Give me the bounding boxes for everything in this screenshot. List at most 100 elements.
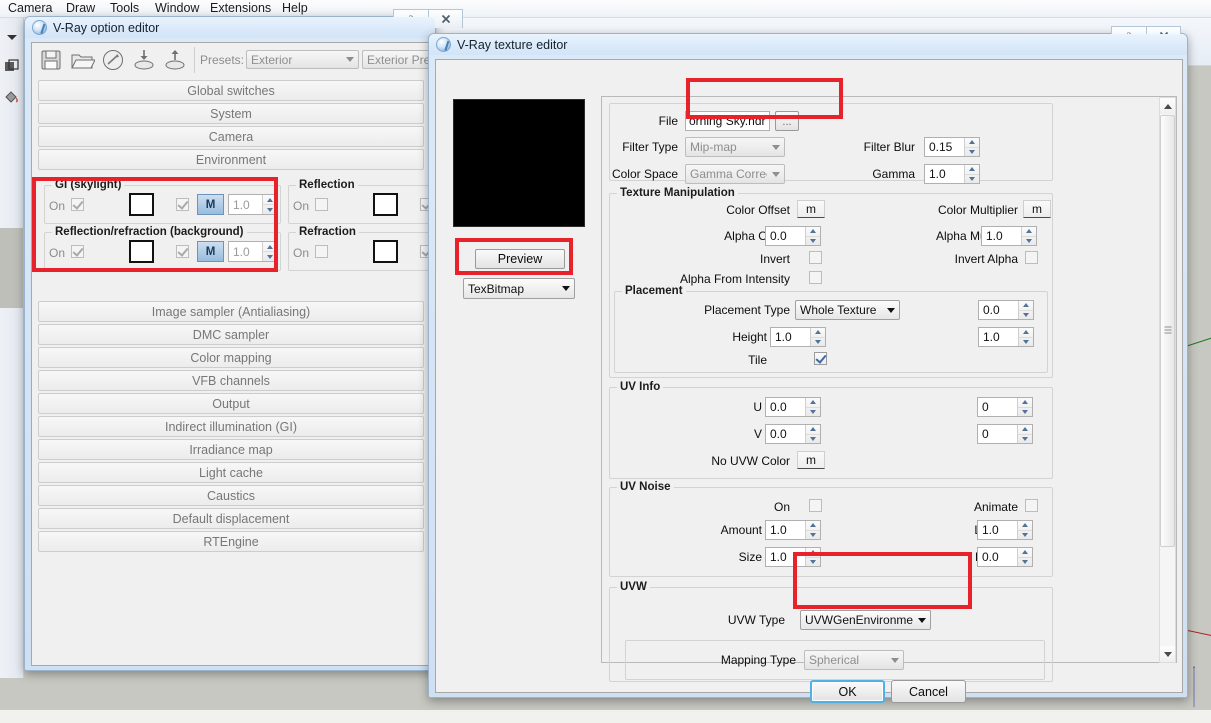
spinner-down[interactable] <box>1018 435 1032 444</box>
gamma-spinner[interactable]: 1.0 <box>924 164 980 184</box>
refraction-color-swatch[interactable] <box>373 240 398 263</box>
rollup-indirect-illumination[interactable]: Indirect illumination (GI) <box>38 416 424 437</box>
texture-type-combo[interactable]: TexBitmap <box>463 278 575 299</box>
spinner-arrows[interactable] <box>1021 227 1036 245</box>
preset-combo[interactable]: Exterior <box>246 50 359 69</box>
spinner-arrows[interactable] <box>1017 548 1032 566</box>
tile-v-spinner[interactable]: 0 <box>977 424 1033 444</box>
spinner-arrows[interactable] <box>805 521 820 539</box>
jitter-spinner[interactable]: 0.0 <box>978 300 1034 320</box>
spinner-up[interactable] <box>806 521 820 531</box>
spinner-down[interactable] <box>806 237 820 246</box>
rollup-light-cache[interactable]: Light cache <box>38 462 424 483</box>
invert-alpha-checkbox[interactable] <box>1025 251 1038 264</box>
alpha-multiplier-spinner[interactable]: 1.0 <box>981 226 1037 246</box>
rollup-irradiance-map[interactable]: Irradiance map <box>38 439 424 460</box>
spinner-up[interactable] <box>965 165 979 175</box>
spinner-down[interactable] <box>1022 237 1036 246</box>
refraction-on-checkbox[interactable] <box>315 245 328 258</box>
spinner-down[interactable] <box>806 435 820 444</box>
rollup-global-switches[interactable]: Global switches <box>38 80 424 101</box>
spinner-down[interactable] <box>811 338 825 347</box>
menu-draw[interactable]: Draw <box>66 1 95 15</box>
spinner-arrows[interactable] <box>1017 425 1032 443</box>
scroll-up-arrow[interactable] <box>1160 98 1175 114</box>
tile-u-spinner[interactable]: 0 <box>977 397 1033 417</box>
v-spinner[interactable]: 0.0 <box>765 424 821 444</box>
height-spinner[interactable]: 1.0 <box>770 327 826 347</box>
spinner-down[interactable] <box>965 175 979 184</box>
filter-blur-spinner[interactable]: 0.15 <box>924 137 980 157</box>
open-folder-icon[interactable] <box>69 47 96 73</box>
option-editor-titlebar[interactable]: V-Ray option editor <box>25 17 435 38</box>
invert-checkbox[interactable] <box>809 251 822 264</box>
spinner-up[interactable] <box>1018 548 1032 558</box>
spinner-arrows[interactable] <box>805 425 820 443</box>
spinner-arrows[interactable] <box>964 138 979 156</box>
spinner-arrows[interactable] <box>964 165 979 183</box>
alpha-from-intensity-checkbox[interactable] <box>809 271 822 284</box>
menu-extensions[interactable]: Extensions <box>210 1 271 15</box>
spinner-arrows[interactable] <box>1018 328 1033 346</box>
dropdown-arrow-icon[interactable] <box>3 28 21 46</box>
spinner-up[interactable] <box>806 425 820 435</box>
rollup-rtengine[interactable]: RTEngine <box>38 531 424 552</box>
width-spinner[interactable]: 1.0 <box>978 327 1034 347</box>
no-uvw-color-map-button[interactable]: m <box>797 451 825 469</box>
color-space-combo[interactable]: Gamma Corrected <box>685 164 785 184</box>
component-icon[interactable] <box>3 58 21 76</box>
spinner-up[interactable] <box>1019 301 1033 311</box>
menu-tools[interactable]: Tools <box>110 1 139 15</box>
spinner-up[interactable] <box>1019 328 1033 338</box>
cancel-button[interactable]: Cancel <box>891 680 966 703</box>
scroll-down-arrow[interactable] <box>1160 646 1175 662</box>
color-multiplier-map-button[interactable]: m <box>1023 200 1051 218</box>
uv-noise-animate-checkbox[interactable] <box>1025 499 1038 512</box>
vray-option-editor-window[interactable]: ? V-Ray option editor <box>24 9 468 671</box>
spinner-up[interactable] <box>1018 398 1032 408</box>
uv-noise-on-checkbox[interactable] <box>809 499 822 512</box>
spinner-down[interactable] <box>1018 558 1032 567</box>
spinner-up[interactable] <box>806 227 820 237</box>
sketchup-left-toolbar[interactable] <box>0 18 24 678</box>
spinner-down[interactable] <box>1018 408 1032 417</box>
spinner-down[interactable] <box>1018 531 1032 540</box>
rollup-image-sampler[interactable]: Image sampler (Antialiasing) <box>38 301 424 322</box>
option-editor-toolbar[interactable]: Presets: Exterior Exterior Presets <box>32 43 458 78</box>
texture-editor-titlebar[interactable]: V-Ray texture editor <box>429 34 1187 55</box>
params-vertical-scrollbar[interactable] <box>1159 97 1176 663</box>
spinner-down[interactable] <box>806 408 820 417</box>
mapping-type-combo[interactable]: Spherical <box>804 650 904 670</box>
spinner-down[interactable] <box>806 531 820 540</box>
rollup-vfb-channels[interactable]: VFB channels <box>38 370 424 391</box>
rollup-environment[interactable]: Environment <box>38 149 424 170</box>
tile-checkbox[interactable] <box>814 352 827 365</box>
rollup-default-displacement[interactable]: Default displacement <box>38 508 424 529</box>
spinner-up[interactable] <box>1018 521 1032 531</box>
reflection-color-swatch[interactable] <box>373 193 398 216</box>
phase-spinner[interactable]: 0.0 <box>977 547 1033 567</box>
spinner-down[interactable] <box>1019 311 1033 320</box>
rollup-camera[interactable]: Camera <box>38 126 424 147</box>
revert-icon[interactable] <box>100 47 126 73</box>
spinner-arrows[interactable] <box>805 227 820 245</box>
import-icon[interactable] <box>131 47 157 73</box>
spinner-arrows[interactable] <box>810 328 825 346</box>
amount-spinner[interactable]: 1.0 <box>765 520 821 540</box>
paint-bucket-icon[interactable] <box>3 88 21 106</box>
spinner-arrows[interactable] <box>1017 521 1032 539</box>
menu-camera[interactable]: Camera <box>8 1 52 15</box>
alpha-offset-spinner[interactable]: 0.0 <box>765 226 821 246</box>
ok-button[interactable]: OK <box>810 680 885 703</box>
rollup-color-mapping[interactable]: Color mapping <box>38 347 424 368</box>
spinner-arrows[interactable] <box>805 398 820 416</box>
reflection-on-checkbox[interactable] <box>315 198 328 211</box>
scrollbar-thumb[interactable] <box>1160 115 1175 547</box>
rollup-dmc-sampler[interactable]: DMC sampler <box>38 324 424 345</box>
spinner-up[interactable] <box>806 398 820 408</box>
rollup-caustics[interactable]: Caustics <box>38 485 424 506</box>
menu-help[interactable]: Help <box>282 1 308 15</box>
filter-type-combo[interactable]: Mip-map <box>685 137 785 157</box>
spinner-down[interactable] <box>1019 338 1033 347</box>
spinner-down[interactable] <box>965 148 979 157</box>
